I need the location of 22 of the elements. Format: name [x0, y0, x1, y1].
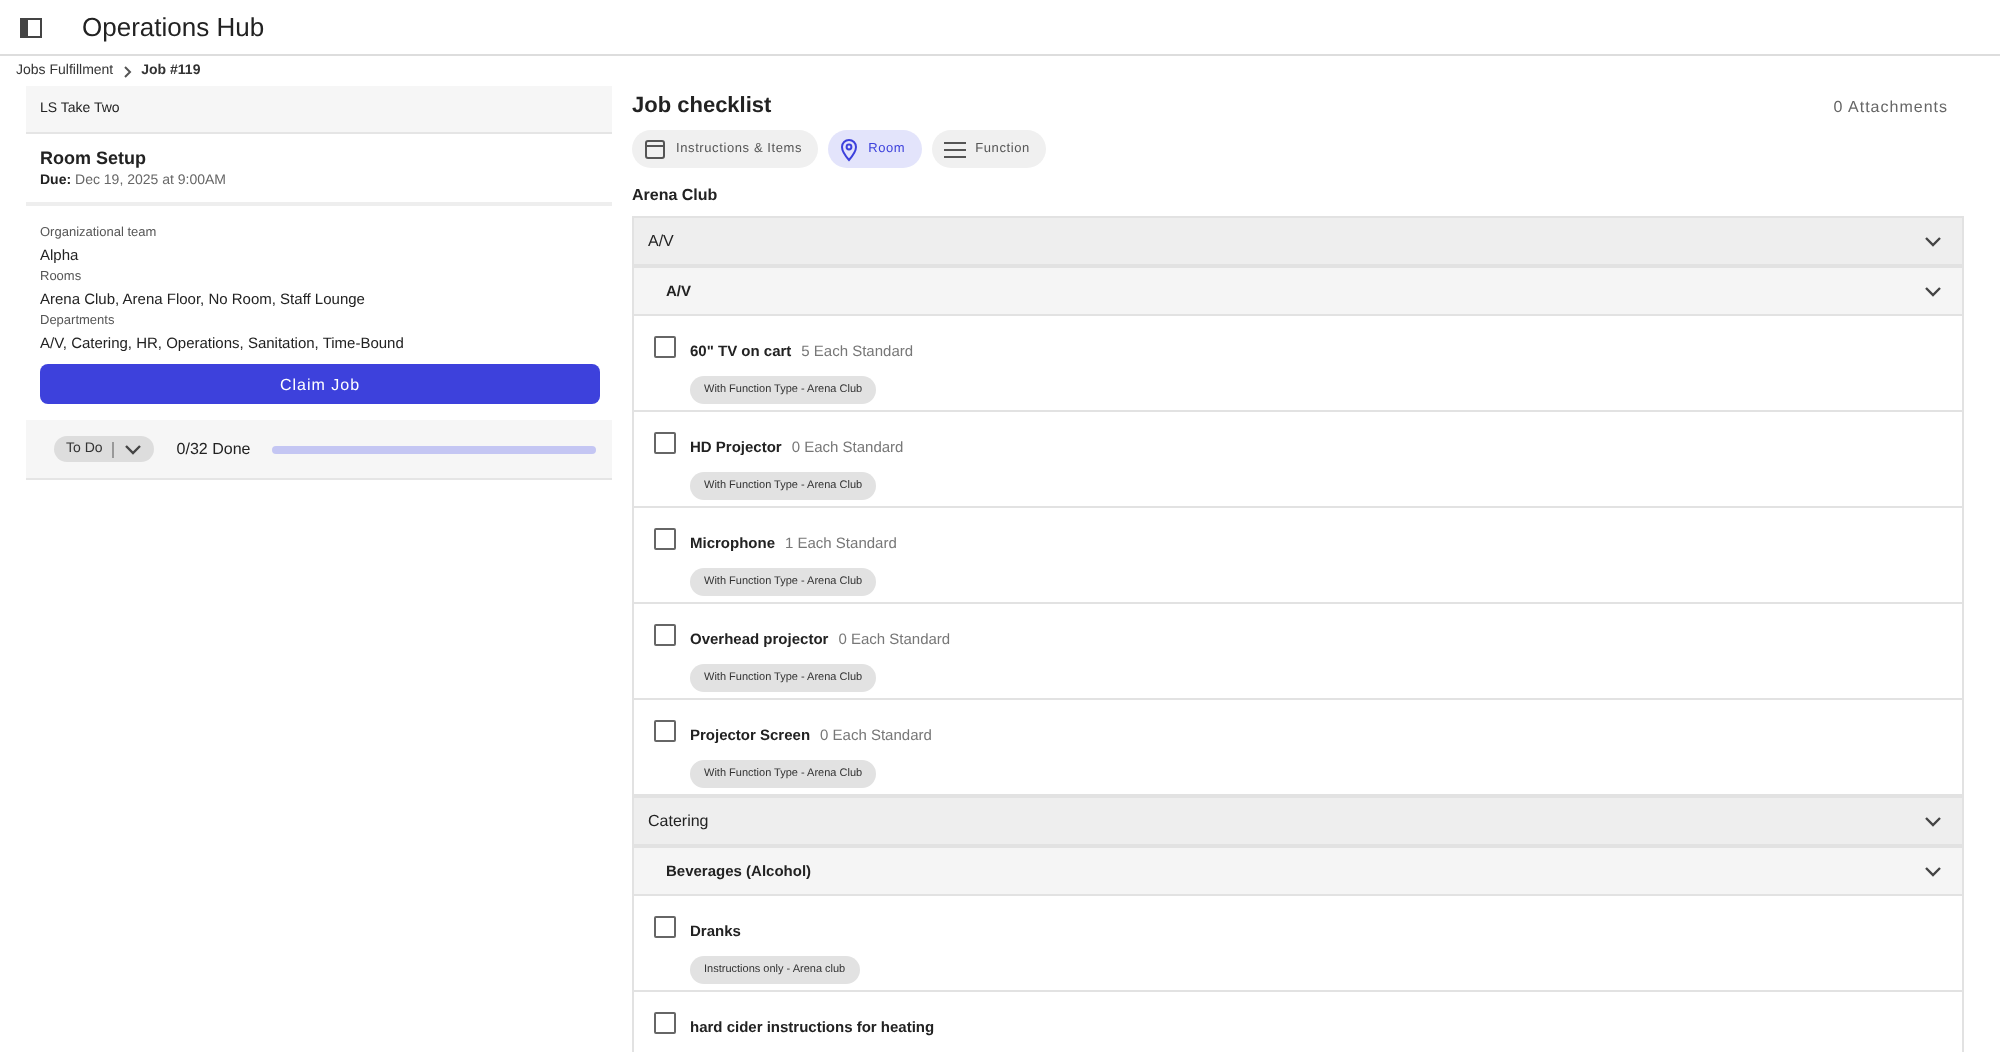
room-name: Arena Club: [632, 186, 720, 204]
item-checkbox[interactable]: [654, 916, 676, 938]
job-title: Room Setup: [40, 148, 148, 168]
calendar-icon: [644, 138, 666, 160]
location-pin-icon: [840, 137, 859, 161]
list-icon: [943, 139, 966, 159]
checklist-title: Job checklist: [632, 94, 772, 118]
item-checkbox[interactable]: [654, 432, 676, 454]
chevron-right-icon: [123, 65, 132, 77]
item-checkbox[interactable]: [654, 720, 676, 742]
chevron-down-icon: [124, 443, 143, 455]
item-checkbox[interactable]: [654, 528, 676, 550]
section-header[interactable]: Catering: [632, 796, 1964, 846]
item-checkbox[interactable]: [654, 1012, 676, 1034]
claim-job-button[interactable]: Claim Job: [40, 364, 600, 404]
app-title: Operations Hub: [82, 12, 265, 42]
item-checkbox[interactable]: [654, 624, 676, 646]
progress-text: 0/32 Done: [176, 440, 251, 458]
sidebar-toggle-icon[interactable]: [20, 17, 42, 37]
item-checkbox[interactable]: [654, 336, 676, 358]
attachments-count[interactable]: 0 Attachments: [1833, 97, 1964, 115]
section-header[interactable]: A/V: [632, 216, 1964, 266]
